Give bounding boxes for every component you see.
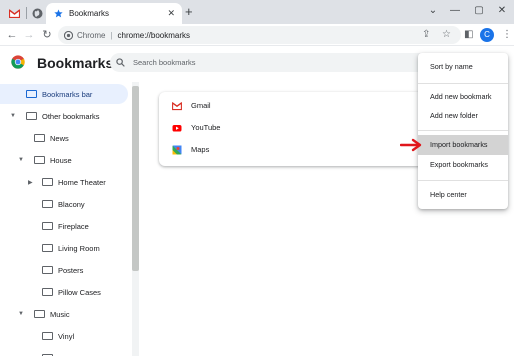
folder-icon xyxy=(42,222,53,230)
menu-item-import-bookmarks[interactable]: Import bookmarks xyxy=(418,135,508,155)
more-vert-icon[interactable]: ⋮ xyxy=(502,28,512,42)
sidebar-item-label: News xyxy=(50,133,69,143)
organize-menu: Sort by name Add new bookmark Add new fo… xyxy=(418,53,508,209)
share-icon[interactable]: ⇪ xyxy=(422,29,430,41)
youtube-icon xyxy=(172,125,182,132)
folder-icon xyxy=(42,200,53,208)
chrome-icon xyxy=(64,30,73,40)
search-icon xyxy=(116,58,125,67)
sidebar-item-label: Vinyl xyxy=(58,331,75,341)
sidebar-item-bookmarks-bar[interactable]: Bookmarks bar xyxy=(0,84,128,104)
menu-divider xyxy=(418,130,508,131)
sidebar-item-label: Blacony xyxy=(58,199,85,209)
menu-item-sort-by-name[interactable]: Sort by name xyxy=(418,57,508,77)
close-icon[interactable]: ✕ xyxy=(167,9,175,18)
menu-item-add-new-folder[interactable]: Add new folder xyxy=(418,106,508,126)
menu-item-add-new-bookmark[interactable]: Add new bookmark xyxy=(418,87,508,107)
expand-arrow-icon[interactable]: ▼ xyxy=(10,113,16,119)
sidebar-scrollbar[interactable] xyxy=(132,82,139,356)
folder-icon xyxy=(42,178,53,186)
collapse-arrow-icon[interactable]: ▶ xyxy=(28,179,33,186)
bookmark-title: YouTube xyxy=(191,123,221,132)
folder-icon xyxy=(42,332,53,340)
window-close-icon[interactable]: ✕ xyxy=(495,4,509,18)
sidebar-item-label: Fireplace xyxy=(58,221,89,231)
menu-item-help-center[interactable]: Help center xyxy=(418,185,508,205)
menu-divider xyxy=(418,180,508,181)
tab-title: Bookmarks xyxy=(69,9,110,18)
expand-arrow-icon[interactable]: ▼ xyxy=(18,311,24,317)
omnibox-url: chrome://bookmarks xyxy=(117,30,190,40)
globe-icon xyxy=(32,8,42,18)
folder-icon xyxy=(26,112,37,120)
folder-icon xyxy=(26,90,37,98)
star-outline-icon[interactable]: ☆ xyxy=(442,29,451,41)
folder-icon xyxy=(42,244,53,252)
new-tab-button[interactable]: + xyxy=(185,5,193,19)
gmail-icon xyxy=(8,8,20,18)
expand-arrow-icon[interactable]: ▼ xyxy=(18,157,24,163)
browser-tab-strip: Bookmarks ✕ + ⌄ — ▢ ✕ xyxy=(0,0,514,24)
sidebar-item-label: Music xyxy=(50,309,70,319)
sidebar-item-label: Bookmarks bar xyxy=(42,89,93,99)
address-bar[interactable]: Chrome | chrome://bookmarks ⇪ ☆ xyxy=(58,26,461,44)
sidebar-item-label: Posters xyxy=(58,265,84,275)
bookmark-title: Maps xyxy=(191,145,210,154)
sidebar-item-label: Home Theater xyxy=(58,177,106,187)
menu-item-export-bookmarks[interactable]: Export bookmarks xyxy=(418,155,508,175)
search-input[interactable]: Search bookmarks xyxy=(110,53,440,72)
sidebar-item-vinyl[interactable]: Vinyl xyxy=(0,326,128,346)
folder-tree: Bookmarks bar ▼ Other bookmarks News ▼ H… xyxy=(0,80,140,356)
tab-bookmarks[interactable]: Bookmarks ✕ xyxy=(46,3,182,24)
search-placeholder: Search bookmarks xyxy=(133,58,196,67)
reload-icon[interactable]: ↻ xyxy=(40,27,54,43)
browser-toolbar: ← → ↻ Chrome | chrome://bookmarks ⇪ ☆ ◧ … xyxy=(0,24,514,46)
omnibox-chip: Chrome xyxy=(77,30,106,40)
page-title: Bookmarks xyxy=(37,55,114,71)
omnibox-separator: | xyxy=(110,30,113,40)
sidebar-item-label: Living Room xyxy=(58,243,100,253)
side-panel-icon[interactable]: ◧ xyxy=(464,28,473,42)
sidebar-item-news[interactable]: News xyxy=(0,128,128,148)
sidebar-item-home-theater[interactable]: ▶ Home Theater xyxy=(0,172,128,192)
sidebar-item-label: Other bookmarks xyxy=(42,111,100,121)
maximize-icon[interactable]: ▢ xyxy=(472,4,486,18)
back-icon[interactable]: ← xyxy=(5,27,19,43)
sidebar-item-posters[interactable]: Posters xyxy=(0,260,128,280)
annotation-arrow-icon xyxy=(400,138,422,152)
sidebar-item-fireplace[interactable]: Fireplace xyxy=(0,216,128,236)
pinned-tab[interactable] xyxy=(27,4,47,22)
maps-icon xyxy=(172,145,182,155)
sidebar-item-house[interactable]: ▼ House xyxy=(0,150,128,170)
bookmark-title: Gmail xyxy=(191,101,211,110)
sidebar-item-pillow-cases[interactable]: Pillow Cases xyxy=(0,282,128,302)
folder-icon xyxy=(42,266,53,274)
gmail-icon xyxy=(172,101,182,111)
folder-icon xyxy=(34,156,45,164)
forward-icon[interactable]: → xyxy=(22,27,36,43)
menu-divider xyxy=(418,83,508,84)
sidebar-item-music[interactable]: ▼ Music xyxy=(0,304,128,324)
sidebar-item-label: Pillow Cases xyxy=(58,287,101,297)
avatar[interactable]: C xyxy=(480,28,494,42)
chevron-down-icon[interactable]: ⌄ xyxy=(426,4,440,18)
folder-icon xyxy=(42,288,53,296)
folder-icon xyxy=(34,310,45,318)
sidebar-item-living-room[interactable]: Living Room xyxy=(0,238,128,258)
sidebar-item-label: House xyxy=(50,155,72,165)
sidebar-item-other-bookmarks[interactable]: ▼ Other bookmarks xyxy=(0,106,128,126)
sidebar-item-partial[interactable] xyxy=(0,348,128,356)
gmail-tab[interactable] xyxy=(4,4,24,22)
minimize-icon[interactable]: — xyxy=(448,4,462,18)
scrollbar-thumb[interactable] xyxy=(132,86,139,271)
chrome-logo-icon xyxy=(11,55,25,69)
sidebar-item-blacony[interactable]: Blacony xyxy=(0,194,128,214)
star-icon xyxy=(54,9,63,18)
folder-icon xyxy=(34,134,45,142)
